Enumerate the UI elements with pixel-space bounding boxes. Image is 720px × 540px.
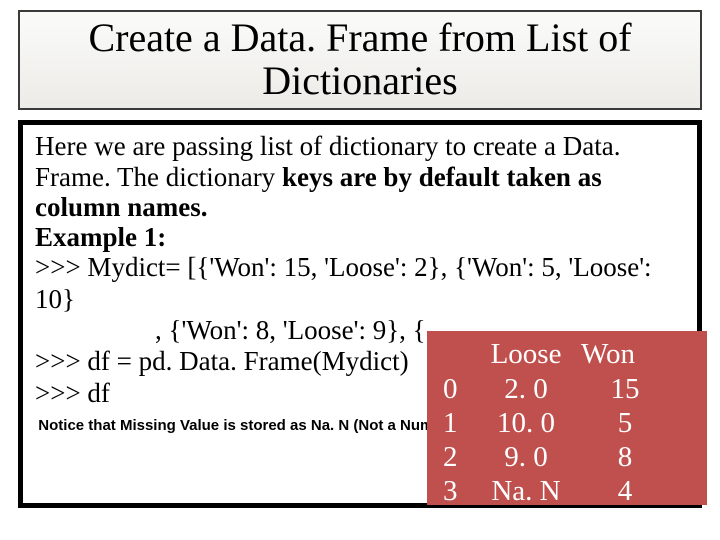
output-cell-won: 8 — [581, 440, 669, 474]
output-cell-loose: 2. 0 — [471, 372, 581, 406]
output-cell-idx: 0 — [443, 372, 471, 406]
output-box: Loose Won 0 2. 0 15 1 10. 0 5 2 9. 0 8 3… — [427, 331, 707, 505]
content-box: Here we are passing list of dictionary t… — [18, 120, 702, 508]
output-cell-idx: 2 — [443, 440, 471, 474]
title-box: Create a Data. Frame from List of Dictio… — [18, 10, 702, 110]
output-cell-loose: 10. 0 — [471, 406, 581, 440]
output-cell-idx: 3 — [443, 474, 471, 508]
footnote: Notice that Missing Value is stored as N… — [35, 417, 465, 434]
output-header-loose: Loose — [471, 337, 581, 371]
example-label: Example 1: — [35, 222, 685, 252]
intro-paragraph: Here we are passing list of dictionary t… — [35, 131, 685, 222]
output-cell-loose: Na. N — [471, 474, 581, 508]
output-header: Loose Won — [443, 337, 697, 371]
output-row: 1 10. 0 5 — [443, 406, 697, 440]
output-cell-won: 5 — [581, 406, 669, 440]
code-line-1: >>> Mydict= [{'Won': 15, 'Loose': 2}, {'… — [35, 252, 685, 315]
output-row: 2 9. 0 8 — [443, 440, 697, 474]
output-cell-won: 4 — [581, 474, 669, 508]
slide-title: Create a Data. Frame from List of Dictio… — [30, 16, 690, 102]
output-row: 3 Na. N 4 — [443, 474, 697, 508]
output-header-won: Won — [581, 337, 669, 371]
output-row: 0 2. 0 15 — [443, 372, 697, 406]
output-cell-won: 15 — [581, 372, 669, 406]
output-header-idx — [443, 337, 471, 371]
output-cell-idx: 1 — [443, 406, 471, 440]
slide: Create a Data. Frame from List of Dictio… — [0, 0, 720, 540]
output-cell-loose: 9. 0 — [471, 440, 581, 474]
